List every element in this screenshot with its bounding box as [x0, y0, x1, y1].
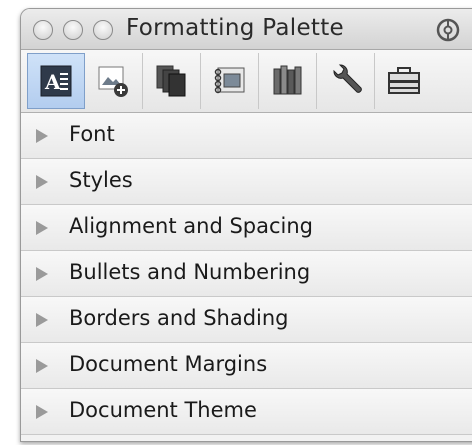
reference-books-icon: [273, 65, 301, 95]
section-label: Borders and Shading: [69, 306, 289, 330]
section-document-theme[interactable]: Document Theme: [21, 389, 472, 435]
add-picture-icon: [98, 66, 128, 97]
wrench-icon: [332, 64, 362, 93]
section-font[interactable]: Font: [21, 113, 472, 159]
scrapbook-icon: [214, 67, 244, 94]
disclosure-triangle-icon[interactable]: [36, 313, 48, 327]
section-alignment-and-spacing[interactable]: Alignment and Spacing: [21, 205, 472, 251]
section-document-margins[interactable]: Document Margins: [21, 343, 472, 389]
section-label: Font: [69, 122, 115, 146]
section-label: Document Theme: [69, 398, 257, 422]
tool-copies[interactable]: [143, 53, 201, 109]
copies-icon: [156, 65, 185, 97]
tool-add-picture[interactable]: [85, 53, 143, 109]
palette-sections: Font Styles Alignment and Spacing Bullet…: [21, 113, 472, 435]
section-label: Alignment and Spacing: [69, 214, 314, 238]
section-styles[interactable]: Styles: [21, 159, 472, 205]
section-borders-and-shading[interactable]: Borders and Shading: [21, 297, 472, 343]
tool-compatibility[interactable]: [317, 53, 375, 109]
section-label: Styles: [69, 168, 133, 192]
tool-text-formatting[interactable]: A: [27, 53, 85, 109]
text-formatting-icon: A: [40, 65, 72, 97]
section-label: Document Margins: [69, 352, 268, 376]
help-icon[interactable]: [436, 18, 460, 42]
svg-text:A: A: [44, 70, 61, 94]
disclosure-triangle-icon[interactable]: [36, 175, 48, 189]
title-bar[interactable]: Formatting Palette: [21, 9, 472, 50]
window-title: Formatting Palette: [126, 15, 345, 41]
disclosure-triangle-icon[interactable]: [36, 129, 48, 143]
disclosure-triangle-icon[interactable]: [36, 405, 48, 419]
tool-project-palette[interactable]: [375, 53, 433, 109]
tool-reference-tools[interactable]: [259, 53, 317, 109]
disclosure-triangle-icon[interactable]: [36, 221, 48, 235]
zoom-window-button[interactable]: [93, 20, 113, 40]
close-window-button[interactable]: [33, 20, 53, 40]
disclosure-triangle-icon[interactable]: [36, 359, 48, 373]
section-bullets-and-numbering[interactable]: Bullets and Numbering: [21, 251, 472, 297]
formatting-palette-window: Formatting Palette A Font Styles Alignme…: [20, 8, 472, 442]
palette-toolbar: A: [21, 50, 472, 113]
disclosure-triangle-icon[interactable]: [36, 267, 48, 281]
minimize-window-button[interactable]: [63, 20, 83, 40]
toolbox-icon: [388, 67, 420, 94]
tool-scrapbook[interactable]: [201, 53, 259, 109]
section-label: Bullets and Numbering: [69, 260, 311, 284]
